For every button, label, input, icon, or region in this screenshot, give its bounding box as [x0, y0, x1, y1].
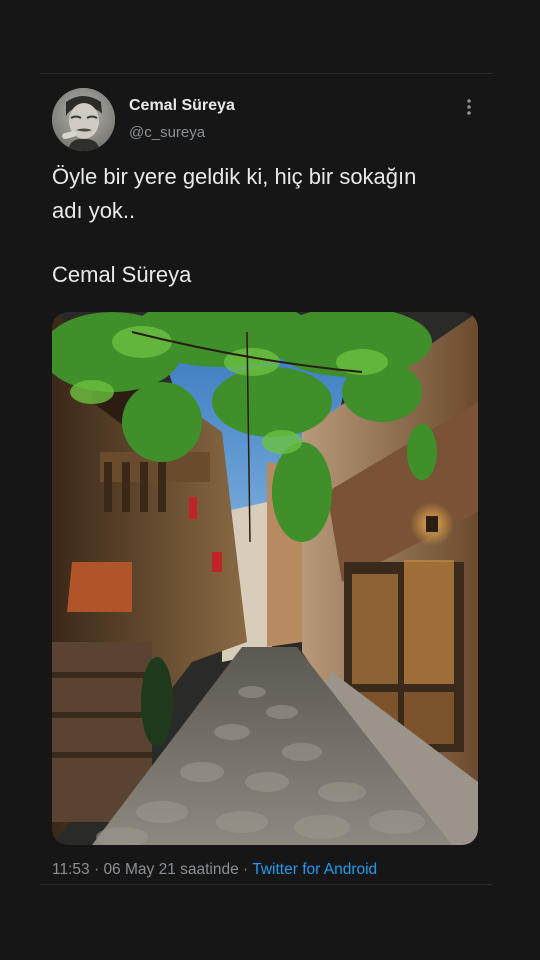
cobblestone-street-photo-icon — [52, 312, 478, 845]
tweet-text-line: Cemal Süreya — [52, 262, 192, 287]
meta-separator: · — [93, 861, 100, 878]
tweet-source-link[interactable]: Twitter for Android — [252, 861, 377, 878]
avatar-photo-icon — [52, 88, 115, 151]
author-display-name[interactable]: Cemal Süreya — [129, 97, 235, 115]
tweet-meta: 11:53 · 06 May 21 saatinde · Twitter for… — [52, 861, 377, 879]
more-options-button[interactable] — [456, 94, 482, 120]
bottom-divider — [40, 884, 492, 885]
more-vertical-icon — [467, 99, 471, 115]
tweet-text-line: Öyle bir yere geldik ki, hiç bir sokağın — [52, 164, 417, 189]
top-divider — [40, 73, 492, 74]
tweet-date[interactable]: 06 May 21 saatinde — [103, 861, 238, 878]
tweet-media-image[interactable] — [52, 312, 478, 845]
author-avatar[interactable] — [52, 88, 115, 151]
tweet-text: Öyle bir yere geldik ki, hiç bir sokağın… — [52, 160, 492, 292]
author-handle[interactable]: @c_sureya — [129, 124, 205, 141]
tweet-text-line: adı yok.. — [52, 198, 136, 223]
tweet-time[interactable]: 11:53 — [52, 861, 90, 878]
meta-separator: · — [243, 861, 249, 878]
